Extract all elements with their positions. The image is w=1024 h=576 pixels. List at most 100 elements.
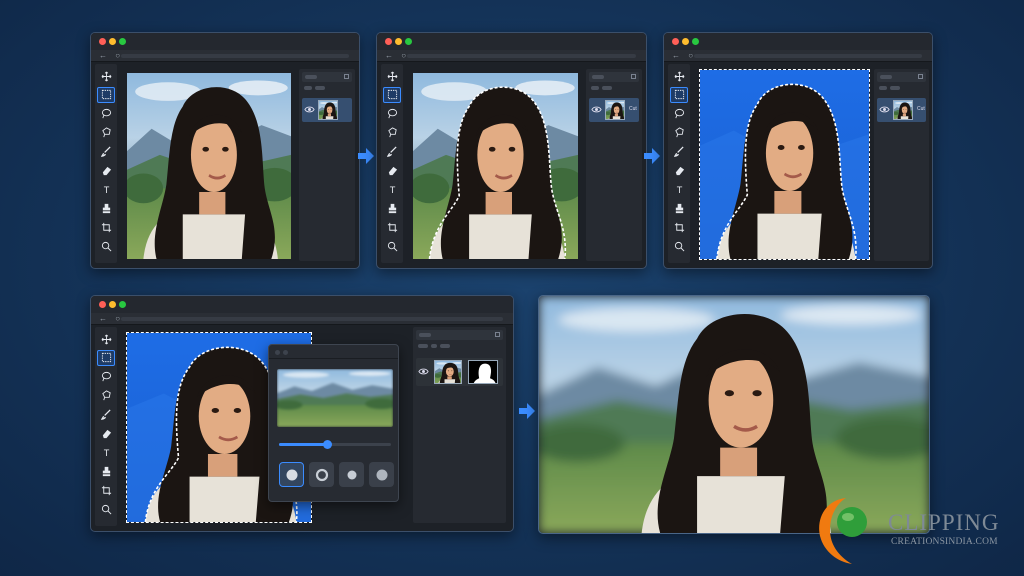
minimize-window-button[interactable] <box>109 301 116 308</box>
layer-mask-thumbnail <box>468 360 498 384</box>
polygon-lasso-tool-icon[interactable] <box>383 125 401 141</box>
crop-tool-icon[interactable] <box>670 219 688 235</box>
portrait-photo <box>127 73 291 259</box>
zoom-tool-icon[interactable] <box>97 238 115 254</box>
text-tool-icon[interactable]: T <box>670 181 688 197</box>
menu-bar: ← ○ <box>377 50 646 62</box>
blur-preview <box>277 369 393 427</box>
text-tool-icon[interactable]: T <box>97 444 115 460</box>
layers-panel: Cut <box>586 69 642 261</box>
stamp-tool-icon[interactable] <box>670 200 688 216</box>
tools-panel: T <box>668 64 690 263</box>
lasso-tool-icon[interactable] <box>97 106 115 122</box>
crop-tool-icon[interactable] <box>97 219 115 235</box>
brand-url: CREATIONSINDIA.COM <box>891 537 998 547</box>
visibility-eye-icon[interactable] <box>879 104 890 115</box>
image-canvas[interactable] <box>127 73 291 259</box>
nav-arrows[interactable]: ← ○ <box>672 51 696 60</box>
gaussian-blur-option-button[interactable] <box>339 462 364 487</box>
arrow-right-icon <box>358 148 374 164</box>
stamp-tool-icon[interactable] <box>383 200 401 216</box>
polygon-lasso-tool-icon[interactable] <box>97 125 115 141</box>
image-canvas[interactable] <box>699 69 870 260</box>
marquee-tool-icon[interactable] <box>97 349 115 366</box>
field-blur-option-button[interactable] <box>309 462 334 487</box>
marquee-tool-icon[interactable] <box>383 86 401 103</box>
close-window-button[interactable] <box>672 38 679 45</box>
layer-row[interactable] <box>302 98 352 122</box>
menu-bar: ← ○ <box>91 313 513 325</box>
title-bar <box>91 296 513 313</box>
visibility-eye-icon[interactable] <box>418 366 429 377</box>
image-canvas[interactable] <box>413 73 578 259</box>
slider-fill <box>279 443 328 446</box>
title-bar <box>377 33 646 50</box>
svg-text:T: T <box>103 448 109 458</box>
maximize-window-button[interactable] <box>405 38 412 45</box>
crop-tool-icon[interactable] <box>97 482 115 498</box>
text-tool-icon[interactable]: T <box>97 181 115 197</box>
layer-thumbnail <box>434 360 462 384</box>
marquee-tool-icon[interactable] <box>97 86 115 103</box>
lasso-tool-icon[interactable] <box>97 369 115 385</box>
move-tool-icon[interactable] <box>97 331 115 347</box>
blur-amount-slider[interactable] <box>279 440 391 449</box>
lasso-tool-icon[interactable] <box>383 106 401 122</box>
maximize-window-button[interactable] <box>119 38 126 45</box>
dialog-title-bar <box>269 345 398 359</box>
polygon-lasso-tool-icon[interactable] <box>670 125 688 141</box>
nav-arrows[interactable]: ← ○ <box>99 51 123 60</box>
brush-tool-icon[interactable] <box>97 144 115 160</box>
minimize-window-button[interactable] <box>682 38 689 45</box>
eraser-tool-icon[interactable] <box>97 426 115 442</box>
soft-blur-option-button[interactable] <box>369 462 394 487</box>
layer-row[interactable]: Cut <box>589 98 639 122</box>
layer-row[interactable]: Cut <box>877 98 926 122</box>
eraser-tool-icon[interactable] <box>383 163 401 179</box>
minimize-window-button[interactable] <box>395 38 402 45</box>
eraser-tool-icon[interactable] <box>670 163 688 179</box>
visibility-eye-icon[interactable] <box>304 104 315 115</box>
brush-tool-icon[interactable] <box>383 144 401 160</box>
tools-panel: T <box>95 327 117 526</box>
zoom-tool-icon[interactable] <box>97 501 115 517</box>
close-window-button[interactable] <box>99 38 106 45</box>
nav-arrows[interactable]: ← ○ <box>385 51 409 60</box>
polygon-lasso-tool-icon[interactable] <box>97 388 115 404</box>
arrow-right-icon <box>644 148 660 164</box>
layers-panel: Cut <box>874 69 929 261</box>
maximize-window-button[interactable] <box>692 38 699 45</box>
title-bar <box>91 33 359 50</box>
layer-label: Cut <box>629 106 637 112</box>
menu-bar: ← ○ <box>91 50 359 62</box>
brand-name: CLIPPING <box>888 510 1000 535</box>
lasso-tool-icon[interactable] <box>670 106 688 122</box>
brush-tool-icon[interactable] <box>670 144 688 160</box>
tools-panel: T <box>95 64 117 263</box>
arrow-right-icon <box>519 403 535 419</box>
editor-window-step3: ← ○ T Cut <box>663 32 933 269</box>
close-window-button[interactable] <box>385 38 392 45</box>
brush-tool-icon[interactable] <box>97 407 115 423</box>
nav-arrows[interactable]: ← ○ <box>99 314 123 323</box>
visibility-eye-icon[interactable] <box>591 104 602 115</box>
eraser-tool-icon[interactable] <box>97 163 115 179</box>
zoom-tool-icon[interactable] <box>670 238 688 254</box>
slider-knob[interactable] <box>323 440 333 449</box>
close-window-button[interactable] <box>99 301 106 308</box>
maximize-window-button[interactable] <box>119 301 126 308</box>
minimize-window-button[interactable] <box>109 38 116 45</box>
text-tool-icon[interactable]: T <box>383 181 401 197</box>
crop-tool-icon[interactable] <box>383 219 401 235</box>
layer-row[interactable] <box>416 358 503 386</box>
stamp-tool-icon[interactable] <box>97 200 115 216</box>
zoom-tool-icon[interactable] <box>383 238 401 254</box>
background-blur-dialog <box>268 344 399 502</box>
layer-thumbnail <box>605 100 625 120</box>
marquee-tool-icon[interactable] <box>670 86 688 103</box>
lens-blur-option-button[interactable] <box>279 462 304 487</box>
move-tool-icon[interactable] <box>670 68 688 84</box>
stamp-tool-icon[interactable] <box>97 463 115 479</box>
move-tool-icon[interactable] <box>97 68 115 84</box>
move-tool-icon[interactable] <box>383 68 401 84</box>
